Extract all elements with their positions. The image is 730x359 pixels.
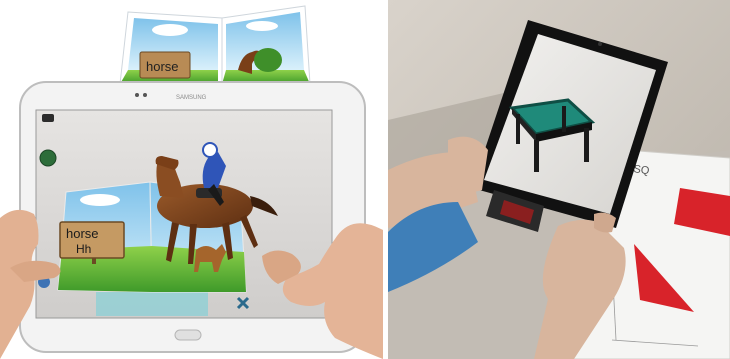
table-leg [516, 114, 520, 144]
right-photo-scene: ARSQ [388, 0, 730, 359]
right-photo: ARSQ [388, 0, 730, 359]
book-tree [254, 48, 282, 72]
jockey-helmet [202, 142, 218, 158]
table-leg [534, 140, 539, 172]
book-sign-text: horse [146, 59, 179, 74]
sound-icon[interactable] [39, 149, 57, 167]
home-button[interactable] [174, 329, 202, 341]
camera-dot [135, 93, 139, 97]
screen-sign-letters: Hh [76, 242, 91, 256]
background-book: horse [119, 5, 311, 85]
brand-mark: SAMSUNG [176, 95, 207, 101]
left-hand [448, 136, 488, 192]
menu-icon[interactable] [42, 114, 54, 122]
left-photo: horse SAMSUNG horse Hh [0, 0, 383, 359]
table-leg [584, 128, 589, 162]
camera-dot [143, 93, 147, 97]
thumbnail-bar[interactable] [96, 292, 208, 316]
camera-dot [598, 42, 602, 46]
left-photo-scene: horse SAMSUNG horse Hh [0, 5, 383, 359]
table-leg [562, 106, 566, 132]
screen-sign-word: horse [66, 226, 99, 241]
